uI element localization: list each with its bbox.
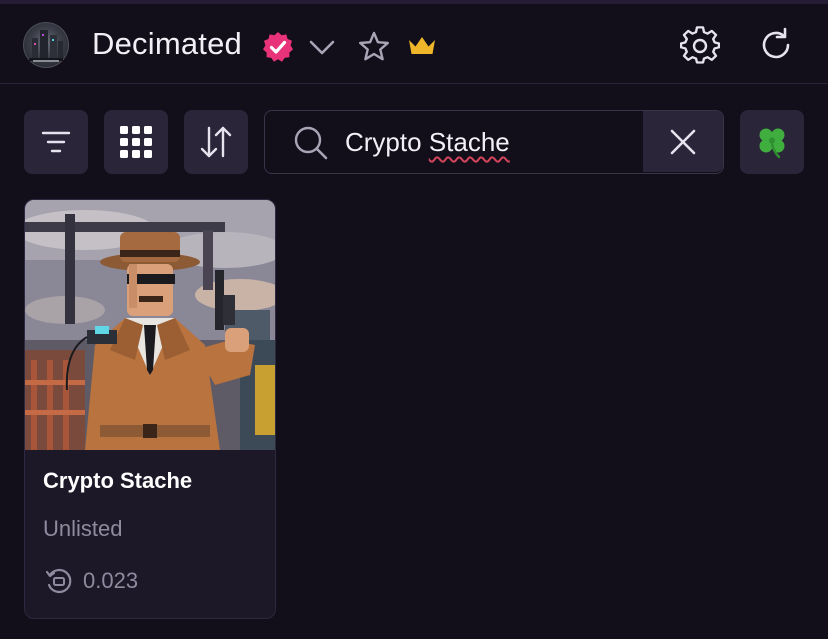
clover-icon <box>759 128 785 159</box>
star-icon[interactable] <box>357 30 391 64</box>
search-input[interactable]: Crypto Stache <box>345 125 635 159</box>
crown-icon <box>409 37 435 54</box>
collection-header: Decimated <box>0 4 828 84</box>
rarity-icon <box>45 568 72 594</box>
verified-badge-icon <box>263 32 293 62</box>
search-value-misspelled-word: Stache <box>428 127 510 157</box>
filter-button[interactable] <box>24 110 88 174</box>
rarity-value: 0.023 <box>83 568 139 593</box>
clear-search-button[interactable] <box>643 111 723 172</box>
search-icon <box>294 126 328 160</box>
close-icon <box>670 129 696 154</box>
grid-view-button[interactable] <box>104 110 168 174</box>
filter-icon <box>41 131 71 153</box>
search-value-word: Crypto <box>345 127 429 157</box>
sort-button[interactable] <box>184 110 248 174</box>
gear-icon[interactable] <box>680 26 720 66</box>
search-box: Crypto Stache <box>264 110 724 174</box>
grid-icon <box>120 126 152 158</box>
sort-icon <box>200 126 232 158</box>
nft-title: Crypto Stache <box>43 468 193 493</box>
collection-avatar[interactable] <box>23 22 69 68</box>
lucky-button[interactable] <box>740 110 804 174</box>
chevron-down-icon[interactable] <box>307 34 337 60</box>
collection-name[interactable]: Decimated <box>92 26 242 62</box>
nft-card[interactable]: Crypto Stache Unlisted 0.023 <box>24 199 276 619</box>
nft-artwork-image <box>25 200 275 450</box>
listing-status: Unlisted <box>43 516 123 541</box>
refresh-icon[interactable] <box>757 26 795 64</box>
